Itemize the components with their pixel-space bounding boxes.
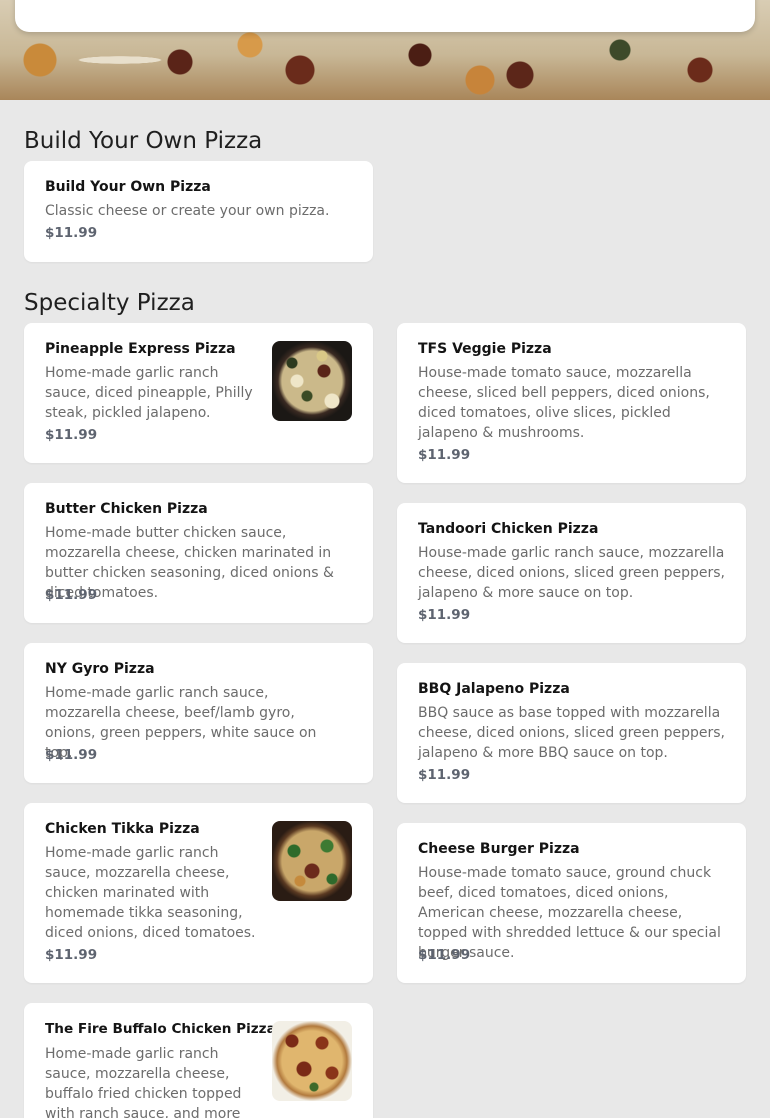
hero-info-card [15,0,755,32]
item-name: Pineapple Express Pizza [45,341,236,357]
item-name: Cheese Burger Pizza [418,841,580,857]
item-price: $11.99 [45,587,98,603]
item-description: Home-made garlic ranch sauce, mozzarella… [45,845,256,941]
item-name: Butter Chicken Pizza [45,501,208,517]
menu-item-ny-gyro[interactable]: NY Gyro Pizza Home-made garlic ranch sau… [24,643,373,783]
menu-item-cheese-burger[interactable]: Cheese Burger Pizza House-made tomato sa… [397,823,746,983]
item-description: House-made tomato sauce, mozzarella chee… [418,365,710,441]
section-title-build-your-own: Build Your Own Pizza [24,128,263,154]
item-price: $11.99 [45,225,98,241]
pizza-photo [272,821,352,901]
item-price: $11.99 [418,947,471,963]
item-description: Home-made garlic ranch sauce, diced pine… [45,365,253,421]
item-name: Chicken Tikka Pizza [45,821,200,837]
item-price: $11.99 [45,747,98,763]
menu-item-tfs-veggie[interactable]: TFS Veggie Pizza House-made tomato sauce… [397,323,746,483]
pizza-photo [272,1021,352,1101]
item-price: $11.99 [45,947,98,963]
menu-item-build-your-own[interactable]: Build Your Own Pizza Classic cheese or c… [24,161,373,262]
menu-item-chicken-tikka[interactable]: Chicken Tikka Pizza Home-made garlic ran… [24,803,373,983]
item-price: $11.99 [418,607,471,623]
item-price: $11.99 [418,447,471,463]
pizza-photo [272,341,352,421]
item-name: The Fire Buffalo Chicken Pizza [45,1021,276,1037]
item-name: TFS Veggie Pizza [418,341,552,357]
item-description: Classic cheese or create your own pizza. [45,203,330,219]
item-price: $11.99 [45,427,98,443]
item-description: House-made garlic ranch sauce, mozzarell… [418,545,725,601]
section-title-specialty: Specialty Pizza [24,290,195,316]
item-price: $11.99 [418,767,471,783]
item-name: NY Gyro Pizza [45,661,155,677]
menu-item-bbq-jalapeno[interactable]: BBQ Jalapeno Pizza BBQ sauce as base top… [397,663,746,803]
item-name: Tandoori Chicken Pizza [418,521,599,537]
menu-item-butter-chicken[interactable]: Butter Chicken Pizza Home-made butter ch… [24,483,373,623]
item-name: Build Your Own Pizza [45,179,211,195]
menu-item-pineapple-express[interactable]: Pineapple Express Pizza Home-made garlic… [24,323,373,463]
item-description: Home-made garlic ranch sauce, mozzarella… [45,1046,242,1118]
item-description: BBQ sauce as base topped with mozzarella… [418,705,725,761]
menu-item-tandoori-chicken[interactable]: Tandoori Chicken Pizza House-made garlic… [397,503,746,643]
item-name: BBQ Jalapeno Pizza [418,681,570,697]
menu-item-fire-buffalo-chicken[interactable]: The Fire Buffalo Chicken Pizza Home-made… [24,1003,373,1118]
